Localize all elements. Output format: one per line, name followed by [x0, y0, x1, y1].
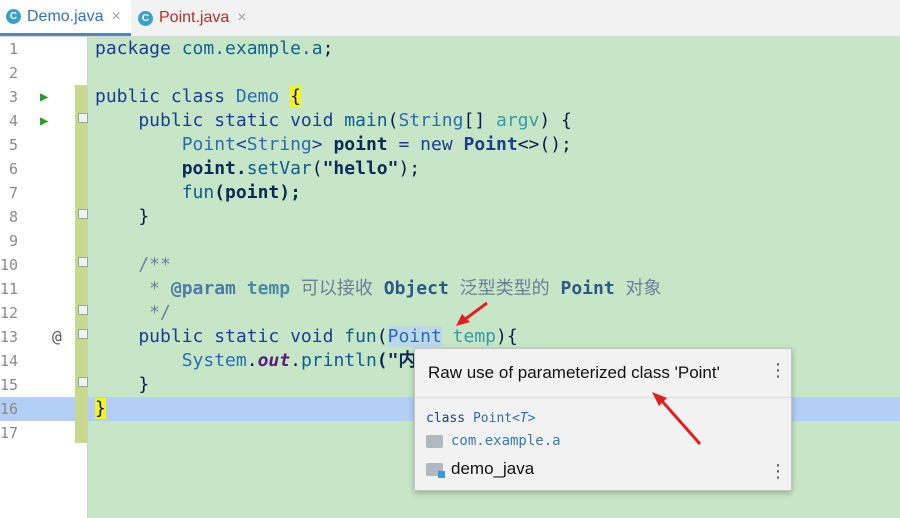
annotation-arrow	[456, 301, 488, 326]
annotation-arrow	[652, 392, 702, 445]
annotation-arrows	[456, 301, 702, 445]
